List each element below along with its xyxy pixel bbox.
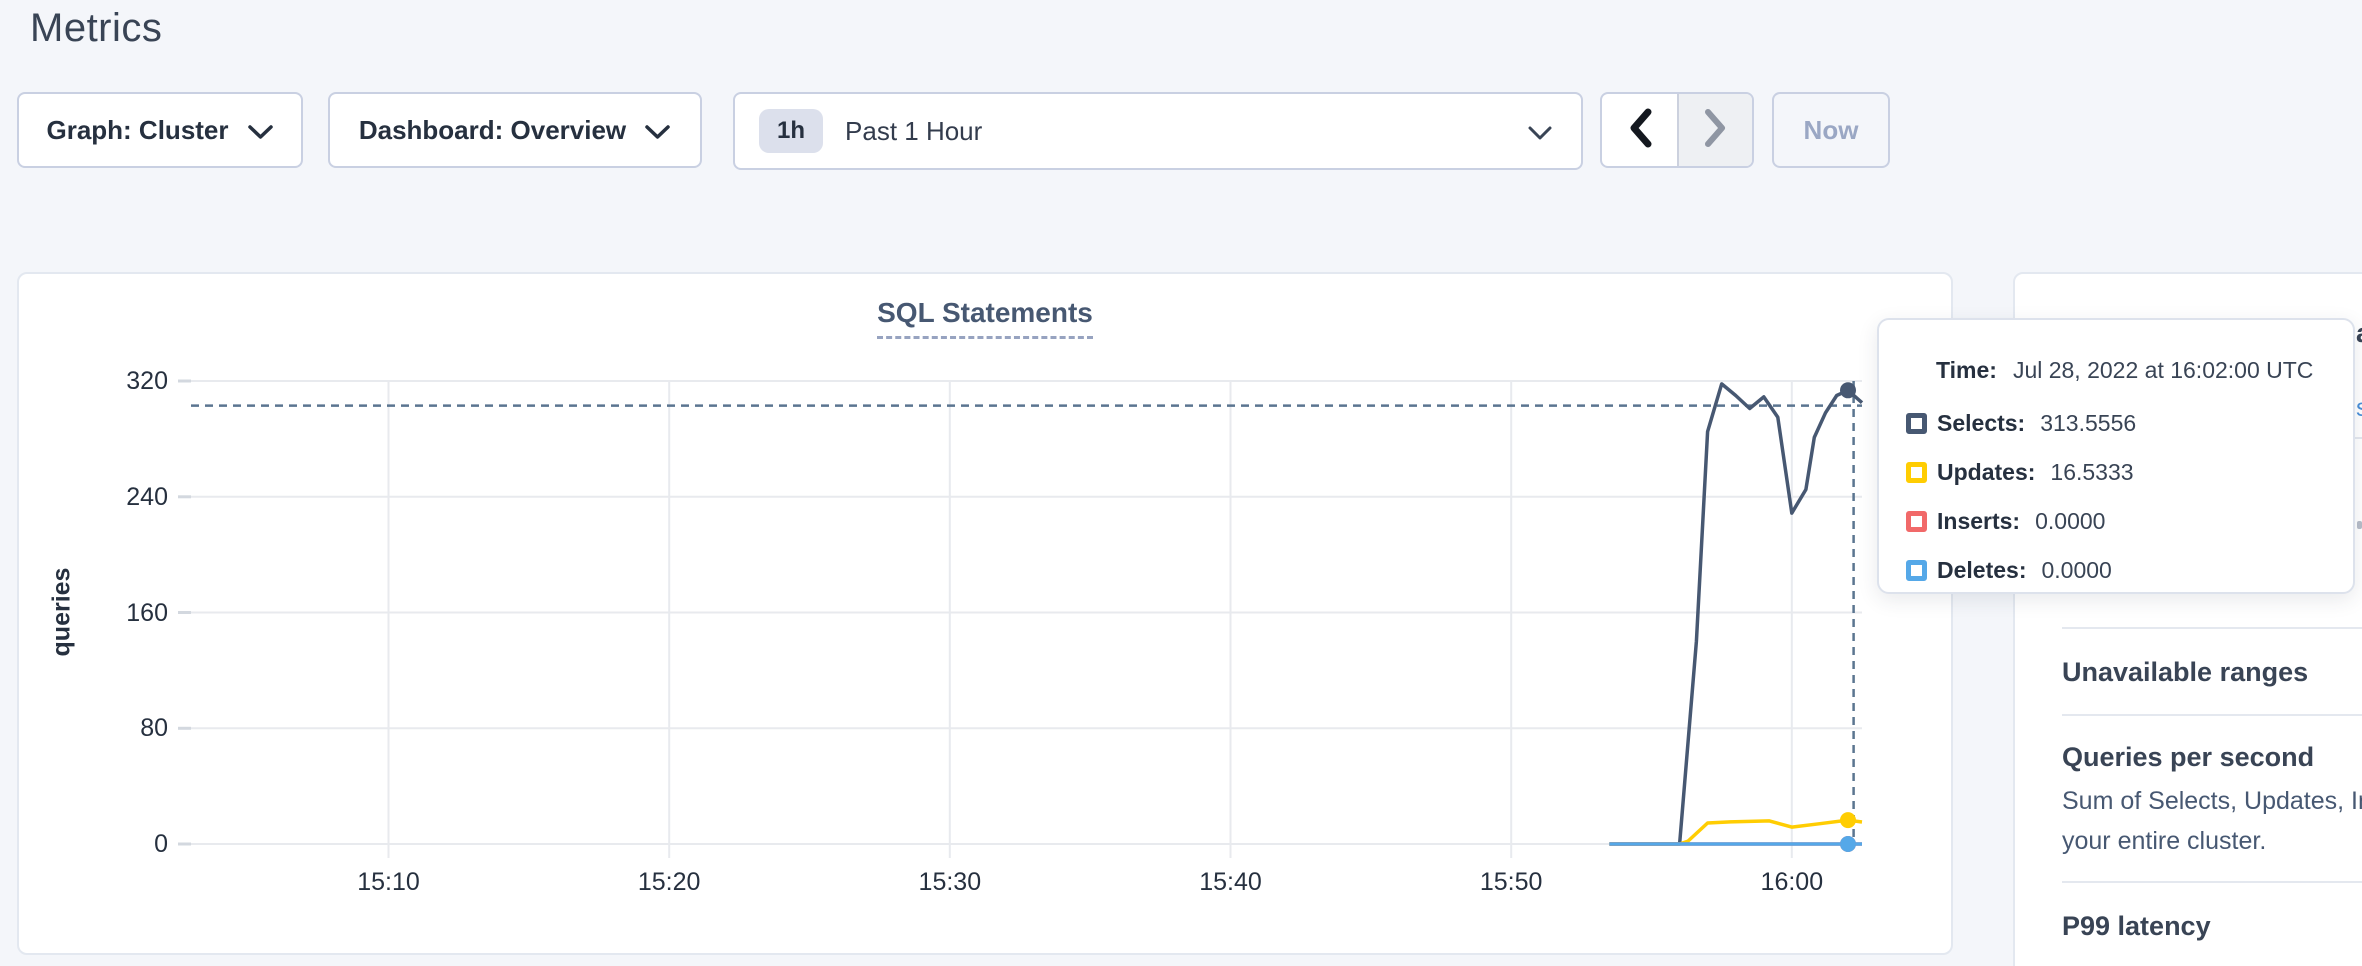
tooltip-series-value: 313.5556: [2040, 410, 2136, 437]
y-tick-label: 240: [58, 482, 168, 512]
tooltip-series-label: Deletes:: [1937, 557, 2026, 584]
now-button[interactable]: Now: [1772, 92, 1890, 168]
summary-section: Unavailable ranges: [2062, 627, 2362, 714]
summary-section-description: Sum of Selects, Updates, Inser: [2062, 781, 2362, 821]
tooltip-row: Updates: 16.5333: [1906, 448, 2353, 497]
time-range-badge: 1h: [759, 109, 823, 153]
summary-section-heading: Unavailable ranges: [2062, 657, 2362, 688]
tooltip-row: Deletes: 0.0000: [1906, 546, 2353, 595]
page-title: Metrics: [30, 6, 162, 51]
chart-title-link[interactable]: SQL Statements: [877, 297, 1093, 339]
tooltip-series-label: Inserts:: [1937, 508, 2020, 535]
tooltip-series-label: Selects:: [1937, 410, 2025, 437]
clipped-text-fragment: [2357, 521, 2362, 529]
x-tick-label: 15:10: [319, 868, 459, 897]
summary-section-heading: P99 latency: [2062, 911, 2362, 942]
tooltip-series-label: Updates:: [1937, 459, 2035, 486]
chevron-left-icon: [1626, 108, 1654, 153]
summary-section: P99 latency: [2062, 881, 2362, 962]
chart-title-wrap: SQL Statements: [17, 297, 1953, 339]
x-tick-label: 15:40: [1161, 868, 1301, 897]
summary-section-description: your entire cluster.: [2062, 821, 2362, 861]
tooltip-series-value: 16.5333: [2050, 459, 2133, 486]
time-range-selector[interactable]: 1h Past 1 Hour: [733, 92, 1583, 170]
tooltip-series-value: 0.0000: [2035, 508, 2105, 535]
time-step-button-group: [1600, 92, 1754, 168]
series-color-swatch: [1906, 560, 1927, 581]
y-tick-label: 160: [58, 598, 168, 628]
y-tick-label: 0: [58, 829, 168, 859]
x-tick-label: 15:20: [599, 868, 739, 897]
x-tick-label: 16:00: [1722, 868, 1862, 897]
tooltip-time-value: Jul 28, 2022 at 16:02:00 UTC: [2013, 357, 2313, 384]
summary-section-heading: Queries per second: [2062, 742, 2362, 773]
series-color-swatch: [1906, 511, 1927, 532]
tooltip-row: Inserts: 0.0000: [1906, 497, 2353, 546]
prev-time-button[interactable]: [1602, 94, 1677, 166]
tooltip-time-label: Time:: [1936, 357, 1997, 384]
tooltip-series-value: 0.0000: [2041, 557, 2111, 584]
series-color-swatch: [1906, 462, 1927, 483]
tooltip-row: Selects: 313.5556: [1906, 399, 2353, 448]
chevron-down-icon: [247, 124, 274, 141]
chart-plot-area[interactable]: [178, 381, 1862, 844]
x-tick-label: 15:50: [1441, 868, 1581, 897]
dashboard-dropdown-label: Dashboard: Overview: [359, 115, 626, 146]
x-tick-label: 15:30: [880, 868, 1020, 897]
tooltip-time-row: Time: Jul 28, 2022 at 16:02:00 UTC: [1936, 350, 2353, 390]
series-color-swatch: [1906, 413, 1927, 434]
y-tick-label: 80: [58, 713, 168, 743]
chart-hover-tooltip: Time: Jul 28, 2022 at 16:02:00 UTC Selec…: [1877, 318, 2355, 594]
clipped-summary-link-fragment: s: [2356, 394, 2362, 423]
time-range-label: Past 1 Hour: [845, 116, 1527, 147]
chevron-down-icon: [644, 124, 671, 141]
chevron-down-icon: [1527, 125, 1553, 142]
y-tick-label: 320: [58, 366, 168, 396]
graph-scope-dropdown-label: Graph: Cluster: [46, 115, 228, 146]
tooltip-series-rows: Selects: 313.5556Updates: 16.5333 Inserts: 0…: [1906, 399, 2353, 595]
clipped-summary-text-fragment: a: [2356, 318, 2362, 349]
graph-scope-dropdown[interactable]: Graph: Cluster: [17, 92, 303, 168]
dashboard-dropdown[interactable]: Dashboard: Overview: [328, 92, 702, 168]
chevron-right-icon: [1702, 108, 1730, 153]
next-time-button[interactable]: [1677, 94, 1752, 166]
summary-section: Queries per second Sum of Selects, Update…: [2062, 714, 2362, 881]
